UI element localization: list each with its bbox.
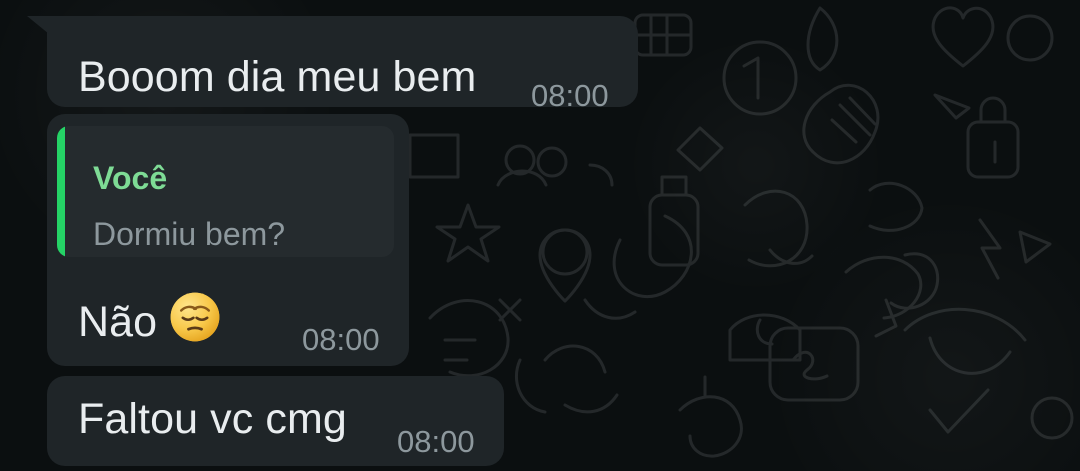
message-time: 08:00 <box>531 78 609 113</box>
quoted-author: Você <box>93 160 168 196</box>
message-text: Faltou vc cmg <box>78 395 347 443</box>
quoted-message[interactable]: Você Dormiu bem? <box>57 126 394 257</box>
message-time: 08:00 <box>397 424 475 459</box>
message-text: Não <box>78 298 158 346</box>
incoming-reply-message[interactable]: Você Dormiu bem? Não 08:00 <box>47 114 409 366</box>
incoming-message[interactable]: Faltou vc cmg 08:00 <box>47 376 504 466</box>
message-time: 08:00 <box>302 322 380 357</box>
incoming-message[interactable]: Booom dia meu bem 08:00 <box>47 16 638 111</box>
message-text: Booom dia meu bem <box>78 53 477 101</box>
quoted-text: Dormiu bem? <box>93 216 286 252</box>
quote-accent-bar <box>57 126 65 257</box>
pensive-face-icon <box>170 292 220 342</box>
chat-area: Booom dia meu bem 08:00 Você Dormiu bem?… <box>0 0 1080 471</box>
message-text-with-emoji: Não <box>78 291 221 344</box>
